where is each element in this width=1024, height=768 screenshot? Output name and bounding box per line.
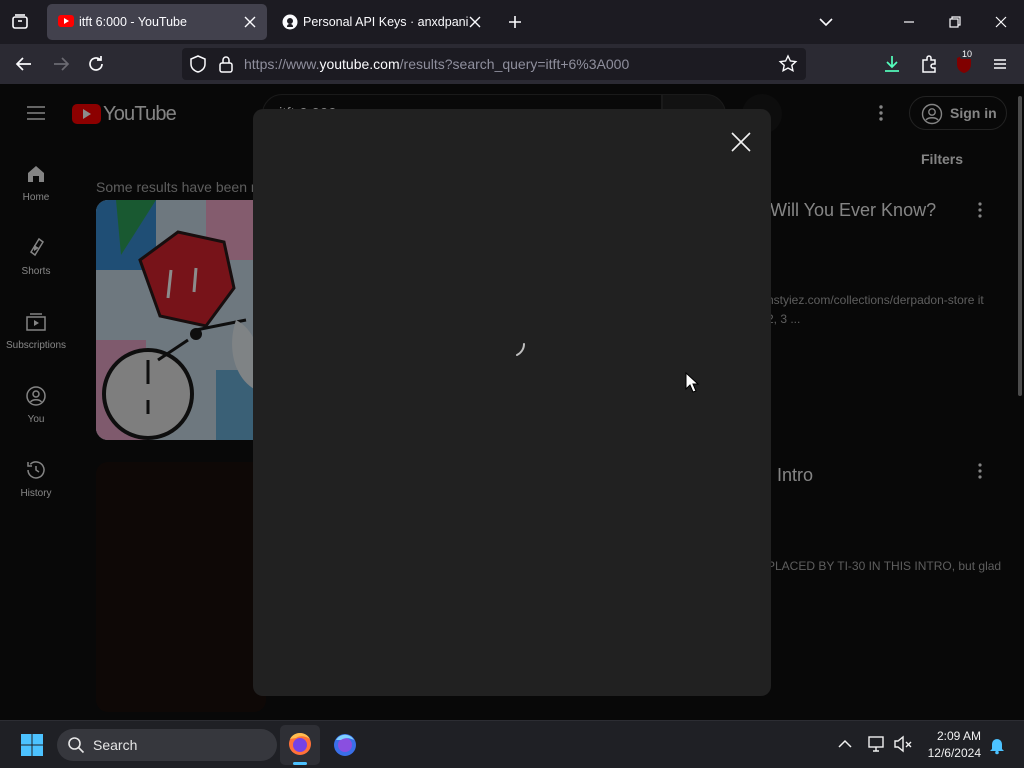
tracking-protection-shield-icon[interactable]: [188, 54, 208, 74]
restore-icon[interactable]: [943, 10, 967, 34]
browser-tab-bar: itft 6:000 - YouTube Personal API Keys ·…: [0, 0, 1024, 44]
network-icon[interactable]: [866, 733, 888, 755]
taskbar-firefox-dev-app[interactable]: [325, 725, 365, 765]
modal-dialog: [253, 109, 771, 696]
address-bar[interactable]: https://www.youtube.com/results?search_q…: [182, 48, 806, 80]
taskbar-search-box[interactable]: Search: [57, 729, 277, 761]
tab-youtube[interactable]: itft 6:000 - YouTube: [47, 4, 267, 40]
volume-muted-icon[interactable]: [892, 733, 914, 755]
lock-icon[interactable]: [216, 54, 236, 74]
close-tab-icon[interactable]: [243, 15, 257, 29]
minimize-icon[interactable]: [897, 10, 921, 34]
taskbar-search-label: Search: [93, 737, 138, 753]
search-icon: [67, 736, 85, 754]
url-text: https://www.youtube.com/results?search_q…: [244, 56, 630, 72]
bookmark-star-icon[interactable]: [778, 54, 798, 74]
new-tab-icon[interactable]: [503, 10, 527, 34]
browser-nav-bar: https://www.youtube.com/results?search_q…: [0, 44, 1024, 84]
reload-icon[interactable]: [84, 52, 108, 76]
show-hidden-icons-chevron-icon[interactable]: [834, 733, 856, 755]
loading-spinner-icon: [514, 341, 528, 359]
app-menu-icon[interactable]: [988, 52, 1012, 76]
clock-date[interactable]: 12/6/2024: [921, 746, 981, 760]
tab-title: itft 6:000 - YouTube: [79, 15, 187, 29]
mouse-cursor-icon: [685, 372, 699, 394]
notification-bell-icon[interactable]: [987, 735, 1007, 755]
extensions-puzzle-icon[interactable]: [917, 52, 941, 76]
close-icon[interactable]: [727, 128, 755, 156]
close-tab-icon[interactable]: [468, 15, 482, 29]
taskbar-firefox-app[interactable]: [280, 725, 320, 765]
windows-start-icon[interactable]: [20, 733, 44, 757]
firefox-developer-icon: [334, 734, 356, 756]
clock-time[interactable]: 2:09 AM: [931, 729, 981, 743]
ublock-extension-icon[interactable]: 10: [952, 49, 976, 76]
firefox-icon: [289, 733, 311, 755]
youtube-favicon-icon: [58, 15, 74, 27]
extension-badge: 10: [960, 49, 975, 59]
downloads-icon[interactable]: [880, 52, 904, 76]
back-arrow-icon[interactable]: [12, 52, 36, 76]
list-all-tabs-icon[interactable]: [814, 10, 838, 34]
active-app-indicator: [293, 762, 307, 765]
close-window-icon[interactable]: [989, 10, 1013, 34]
tab-github[interactable]: Personal API Keys · anxdpanic/: [272, 4, 486, 40]
github-favicon-icon: [282, 14, 298, 30]
tab-overview-icon[interactable]: [8, 10, 32, 34]
tab-title: Personal API Keys · anxdpanic/: [303, 15, 468, 29]
windows-taskbar: Search 2:09 AM 12/6/2024: [0, 720, 1024, 768]
forward-arrow-icon[interactable]: [49, 52, 73, 76]
